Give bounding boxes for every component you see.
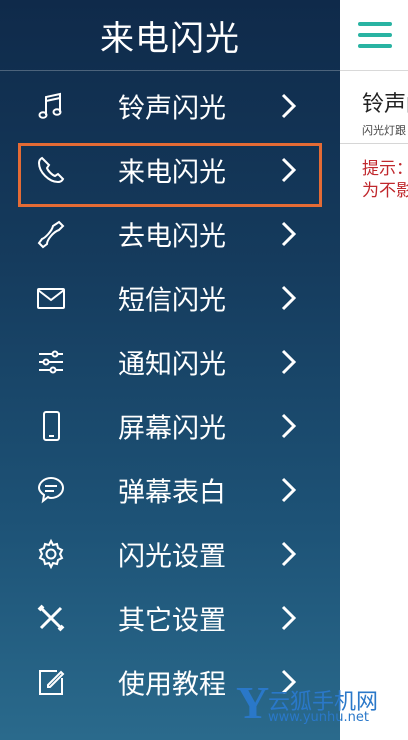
menu-item-label: 弹幕表白 — [118, 477, 226, 509]
top-bar — [340, 0, 408, 71]
watermark-url: www.yunhu.net — [268, 710, 369, 725]
smartphone-icon — [34, 409, 68, 443]
chevron-right-icon — [281, 93, 297, 119]
menu-item-outgoing-call-flash[interactable]: 去电闪光 — [0, 202, 340, 266]
chat-bubble-icon — [34, 473, 68, 507]
tip-text: 为不影 — [362, 181, 408, 201]
menu-item-label: 通知闪光 — [118, 349, 226, 381]
menu-item-other-settings[interactable]: 其它设置 — [0, 586, 340, 650]
menu-item-flash-settings[interactable]: 闪光设置 — [0, 522, 340, 586]
hamburger-icon[interactable] — [358, 22, 396, 50]
menu-item-label: 使用教程 — [118, 669, 226, 701]
chevron-right-icon — [281, 285, 297, 311]
chevron-right-icon — [281, 413, 297, 439]
menu-item-label: 铃声闪光 — [118, 93, 226, 125]
content-title: 铃声闪 — [362, 92, 408, 117]
tools-icon — [34, 601, 68, 635]
menu-item-ringtone-flash[interactable]: 铃声闪光 — [0, 74, 340, 138]
menu-item-notification-flash[interactable]: 通知闪光 — [0, 330, 340, 394]
menu-item-label: 屏幕闪光 — [118, 413, 226, 445]
envelope-icon — [34, 281, 68, 315]
chevron-right-icon — [281, 477, 297, 503]
chevron-right-icon — [281, 605, 297, 631]
menu-item-label: 闪光设置 — [118, 541, 226, 573]
chevron-right-icon — [281, 221, 297, 247]
drawer-title: 来电闪光 — [0, 0, 340, 71]
edit-note-icon — [34, 665, 68, 699]
chevron-right-icon — [281, 349, 297, 375]
menu-item-barrage-confession[interactable]: 弹幕表白 — [0, 458, 340, 522]
main-content: 铃声闪 闪光灯跟 提示： 为不影 — [340, 0, 408, 740]
content-subtitle: 闪光灯跟 — [362, 124, 406, 137]
selected-item-highlight — [18, 143, 322, 207]
menu-item-sms-flash[interactable]: 短信闪光 — [0, 266, 340, 330]
menu-item-label: 短信闪光 — [118, 285, 226, 317]
menu-item-screen-flash[interactable]: 屏幕闪光 — [0, 394, 340, 458]
music-note-icon — [34, 89, 68, 123]
gear-icon — [34, 537, 68, 571]
chevron-right-icon — [281, 541, 297, 567]
phone-outgoing-icon — [34, 217, 68, 251]
sliders-icon — [34, 345, 68, 379]
divider — [340, 143, 408, 144]
watermark-logo: Y — [236, 677, 270, 728]
navigation-drawer: 来电闪光 铃声闪光 来电闪光 去电闪光 短信闪光 通知闪光 屏幕闪光 弹幕表白 … — [0, 0, 340, 740]
watermark: Y 云狐手机网 www.yunhu.net — [230, 677, 408, 740]
menu-item-label: 其它设置 — [118, 605, 226, 637]
menu-item-label: 去电闪光 — [118, 221, 226, 253]
